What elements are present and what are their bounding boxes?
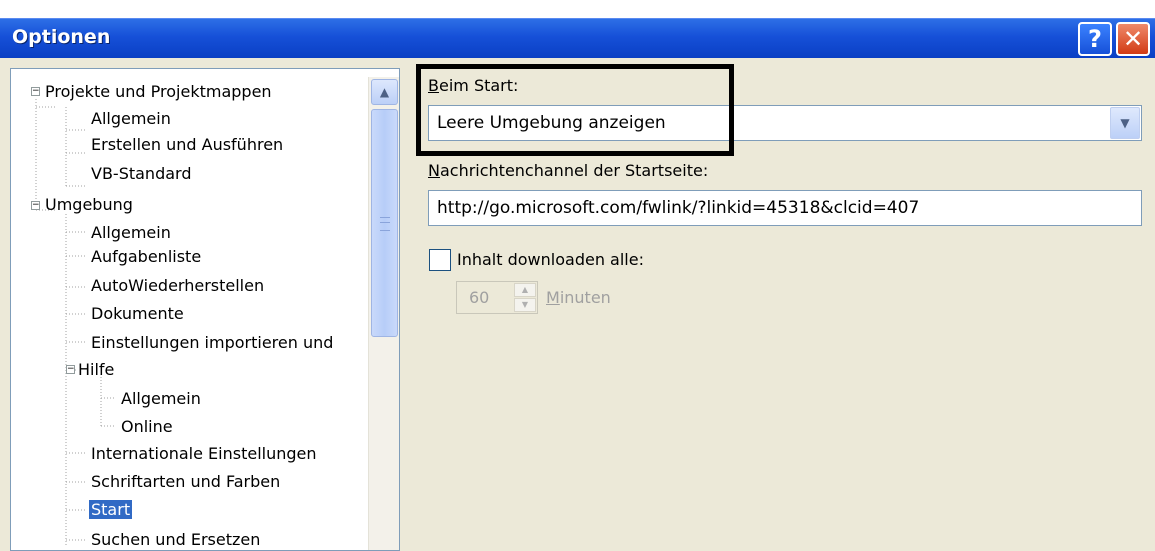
tree-item-help[interactable]: Hilfe <box>78 358 114 382</box>
spin-up-icon[interactable]: ▲ <box>514 283 536 297</box>
news-channel-url-value: http://go.microsoft.com/fwlink/?linkid=4… <box>437 198 920 218</box>
tree-item-international[interactable]: Internationale Einstellungen <box>91 442 317 466</box>
expander-projects[interactable]: − <box>31 87 40 96</box>
chevron-down-icon[interactable]: ▼ <box>1110 107 1140 139</box>
options-tree[interactable]: − − − Projekte und Projektmappen Allgeme… <box>10 68 400 551</box>
download-interval-spinner[interactable]: 60 ▲ ▼ <box>456 281 538 314</box>
tree-item-autorecover[interactable]: AutoWiederherstellen <box>91 274 264 298</box>
scroll-grip-icon <box>380 217 390 231</box>
scroll-thumb[interactable] <box>371 109 398 337</box>
tree-item-find-replace[interactable]: Suchen und Ersetzen <box>91 528 260 550</box>
tree-item-help-general[interactable]: Allgemein <box>121 387 201 411</box>
tree-item-environment[interactable]: Umgebung <box>45 193 133 217</box>
tree-item-fonts-colors[interactable]: Schriftarten und Farben <box>91 470 280 494</box>
download-interval-unit: Minuten <box>546 288 611 307</box>
tree-item-build-run[interactable]: Erstellen und Ausführen <box>91 133 283 157</box>
title-bar: Optionen ? ✕ <box>0 18 1155 58</box>
tree-item-vb-defaults[interactable]: VB-Standard <box>91 162 191 186</box>
window-title: Optionen <box>12 26 111 48</box>
tree-item-projects[interactable]: Projekte und Projektmappen <box>45 80 272 104</box>
news-channel-url-field[interactable]: http://go.microsoft.com/fwlink/?linkid=4… <box>428 190 1142 226</box>
scroll-up-button[interactable]: ▲ <box>371 79 398 105</box>
tree-scrollbar[interactable]: ▲ <box>368 77 399 550</box>
expander-environment[interactable]: − <box>31 201 40 210</box>
highlight-box <box>416 64 734 156</box>
download-content-checkbox[interactable] <box>429 249 451 271</box>
top-strip <box>0 0 1155 18</box>
expander-help[interactable]: − <box>66 365 75 374</box>
help-button[interactable]: ? <box>1078 22 1112 56</box>
news-channel-label: Nachrichtenchannel der Startseite: <box>428 161 709 180</box>
spin-down-icon[interactable]: ▼ <box>514 298 536 312</box>
tree-item-startup[interactable]: Start <box>89 498 133 522</box>
close-button[interactable]: ✕ <box>1116 22 1150 56</box>
download-content-label: Inhalt downloaden alle: <box>457 250 644 269</box>
tree-item-help-online[interactable]: Online <box>121 415 173 439</box>
download-interval-value: 60 <box>469 288 490 307</box>
tree-item-task-list[interactable]: Aufgabenliste <box>91 245 201 269</box>
tree-item-environment-general[interactable]: Allgemein <box>91 221 171 245</box>
tree-item-import-export[interactable]: Einstellungen importieren und <box>91 331 333 355</box>
tree-item-projects-general[interactable]: Allgemein <box>91 107 171 131</box>
tree-item-documents[interactable]: Dokumente <box>91 302 184 326</box>
